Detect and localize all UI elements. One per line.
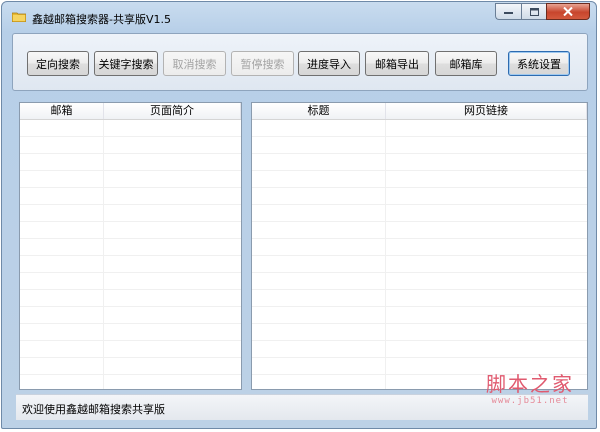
email-list-grid: [20, 120, 241, 389]
title-bar[interactable]: 鑫越邮箱搜索器-共享版V1.5: [2, 2, 596, 28]
folder-icon: [12, 12, 26, 22]
watermark-url-text: www.jb51.net: [491, 396, 569, 406]
page-list-grid: [252, 120, 587, 389]
maximize-icon: [529, 7, 539, 16]
watermark-main-text: 脚本之家: [486, 372, 574, 396]
pause-search-button[interactable]: 暂停搜索: [231, 51, 294, 76]
cancel-search-button[interactable]: 取消搜索: [163, 51, 226, 76]
export-email-button[interactable]: 邮箱导出: [365, 51, 429, 76]
system-settings-button[interactable]: 系统设置: [508, 51, 570, 76]
column-header-page-summary[interactable]: 页面简介: [104, 103, 241, 119]
keyword-search-button[interactable]: 关键字搜索: [94, 51, 158, 76]
email-list-column-divider: [103, 120, 104, 389]
close-icon: [563, 7, 573, 16]
directed-search-button[interactable]: 定向搜索: [27, 51, 89, 76]
minimize-button[interactable]: [495, 3, 521, 20]
page-list[interactable]: 标题 网页链接: [251, 102, 588, 390]
minimize-icon: [504, 11, 513, 14]
page-list-column-divider: [385, 120, 386, 389]
close-button[interactable]: [546, 3, 590, 20]
status-text: 欢迎使用鑫越邮箱搜索共享版: [22, 403, 165, 416]
toolbar: 定向搜索 关键字搜索 取消搜索 暂停搜索 进度导入 邮箱导出 邮箱库 系统设置: [12, 33, 588, 91]
column-header-page-link[interactable]: 网页链接: [386, 103, 587, 119]
page-list-header: 标题 网页链接: [252, 103, 587, 120]
column-header-email[interactable]: 邮箱: [20, 103, 104, 119]
maximize-button[interactable]: [521, 3, 546, 20]
email-list[interactable]: 邮箱 页面简介: [19, 102, 242, 390]
column-header-title[interactable]: 标题: [252, 103, 386, 119]
window-title: 鑫越邮箱搜索器-共享版V1.5: [32, 13, 171, 26]
email-list-header: 邮箱 页面简介: [20, 103, 241, 120]
window-controls: [495, 3, 590, 20]
import-progress-button[interactable]: 进度导入: [298, 51, 360, 76]
app-window: 鑫越邮箱搜索器-共享版V1.5 定向搜索 关键字搜索 取消搜索 暂停搜索 进度导…: [1, 1, 597, 429]
email-library-button[interactable]: 邮箱库: [435, 51, 497, 76]
watermark-logo: 脚本之家 www.jb51.net: [486, 368, 574, 406]
